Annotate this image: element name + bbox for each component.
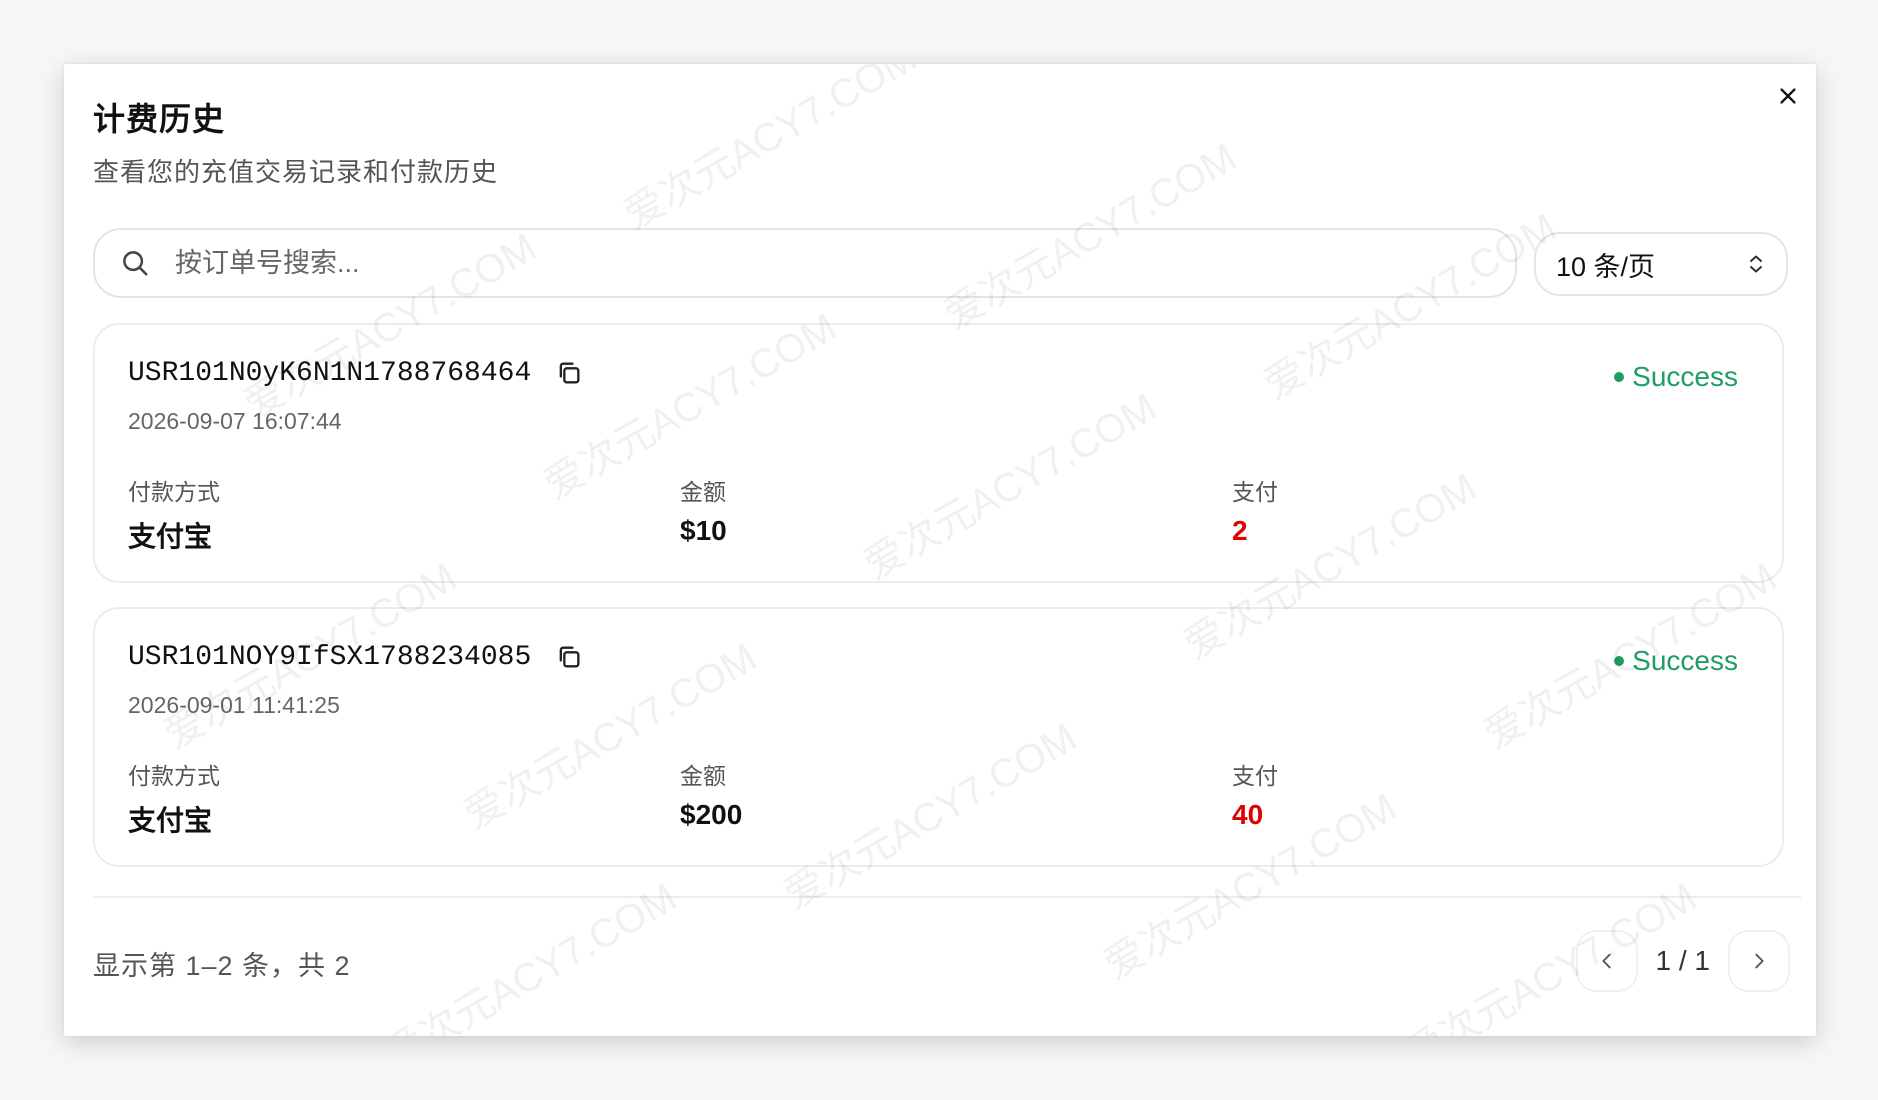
order-id-row: USR101NOY9IfSX1788234085: [128, 641, 585, 673]
page-size-select[interactable]: 10 条/页: [1534, 232, 1788, 296]
pagination: 1 / 1: [1575, 930, 1790, 992]
payment-method-value: 支付宝: [128, 805, 213, 836]
search-icon: [117, 245, 153, 281]
status-badge: Success: [1614, 645, 1738, 677]
paid-value: 2: [1232, 515, 1248, 546]
dialog-subtitle: 查看您的充值交易记录和付款历史: [93, 157, 499, 187]
copy-order-id-button[interactable]: [553, 641, 585, 673]
pagination-summary: 显示第 1–2 条，共 2: [93, 951, 351, 981]
billing-history-dialog: 计费历史 查看您的充值交易记录和付款历史 10 条/页 USR101N0yK6N…: [64, 64, 1816, 1036]
billing-record-card: USR101N0yK6N1N1788768464 2026-09-07 16:0…: [93, 323, 1784, 583]
billing-record-card: USR101NOY9IfSX1788234085 2026-09-01 11:4…: [93, 607, 1784, 867]
status-text: Success: [1632, 645, 1738, 676]
amount-label: 金额: [680, 763, 726, 789]
footer-divider: [93, 896, 1801, 898]
status-badge: Success: [1614, 361, 1738, 393]
order-id-row: USR101N0yK6N1N1788768464: [128, 357, 585, 389]
watermark: 爱次元ACY7.COM: [617, 64, 924, 238]
chevron-right-icon: [1755, 953, 1764, 969]
page-indicator: 1 / 1: [1655, 945, 1710, 976]
amount-value: $200: [680, 799, 743, 830]
copy-icon: [559, 362, 580, 384]
payment-method-label: 付款方式: [128, 763, 220, 789]
copy-icon: [559, 646, 580, 668]
order-id: USR101N0yK6N1N1788768464: [128, 357, 532, 389]
status-dot: [1614, 656, 1625, 666]
prev-page-button[interactable]: [1575, 930, 1638, 992]
next-page-button[interactable]: [1728, 930, 1790, 992]
chevron-up-down-icon: [1750, 255, 1762, 273]
paid-value: 40: [1232, 799, 1264, 830]
dialog-title: 计费历史: [93, 101, 226, 137]
status-text: Success: [1632, 361, 1738, 392]
watermark: 爱次元ACY7.COM: [377, 875, 684, 1036]
amount-label: 金额: [680, 479, 726, 505]
page-size-value: 10 条/页: [1556, 251, 1656, 282]
search-box: [93, 228, 1517, 298]
search-input[interactable]: [173, 246, 1477, 280]
order-time: 2026-09-07 16:07:44: [128, 408, 342, 434]
order-time: 2026-09-01 11:41:25: [128, 692, 340, 718]
payment-method-label: 付款方式: [128, 479, 220, 505]
status-dot: [1614, 372, 1625, 382]
close-button[interactable]: [1768, 76, 1808, 116]
copy-order-id-button[interactable]: [553, 357, 585, 389]
close-icon: [1780, 88, 1796, 104]
paid-label: 支付: [1232, 479, 1278, 505]
amount-value: $10: [680, 515, 727, 546]
paid-label: 支付: [1232, 763, 1278, 789]
payment-method-value: 支付宝: [128, 521, 213, 552]
chevron-left-icon: [1601, 953, 1611, 969]
order-id: USR101NOY9IfSX1788234085: [128, 641, 532, 673]
